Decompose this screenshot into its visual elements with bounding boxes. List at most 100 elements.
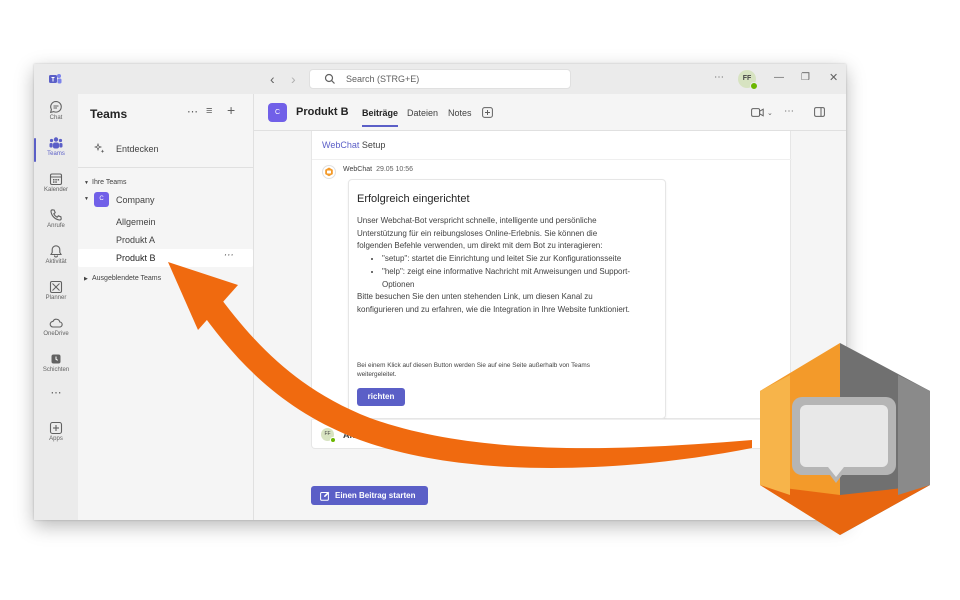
your-teams-header[interactable]: ▼ Ihre Teams <box>84 179 127 186</box>
app-rail: Chat Teams Kalender Anrufe Aktivität Pla… <box>34 94 78 520</box>
webchat-brand-logo <box>760 343 930 535</box>
rail-item-chat[interactable]: Chat <box>34 98 78 132</box>
rail-item-apps[interactable]: Apps <box>34 419 78 453</box>
post-card: WebChat Setup WebChat 29.05 10:56 Erfolgr… <box>311 131 792 419</box>
command-list: "setup": startet die Einrichtung und lei… <box>382 253 632 291</box>
calendar-icon <box>49 173 63 186</box>
post-title: WebChat Setup <box>322 140 385 150</box>
sparkle-icon <box>94 143 105 154</box>
panel-divider <box>78 167 254 168</box>
card-heading: Erfolgreich eingerichtet <box>357 193 470 205</box>
search-placeholder: Search (STRG+E) <box>346 74 420 84</box>
teams-icon <box>49 137 63 149</box>
compose-icon <box>320 491 330 501</box>
post-title-rest: Setup <box>359 140 386 150</box>
phone-icon <box>50 209 62 221</box>
panel-more-icon[interactable]: ⋯ <box>187 105 198 118</box>
title-bar: ‹ › Search (STRG+E) ⋯ FF — ❐ ✕ <box>34 64 846 94</box>
rail-item-activity[interactable]: Aktivität <box>34 242 78 276</box>
rail-label-apps: Apps <box>49 436 63 442</box>
panel-title: Teams <box>90 107 128 121</box>
card-note: Bei einem Klick auf diesen Button werden… <box>357 362 590 378</box>
maximize-icon[interactable]: ❐ <box>801 72 810 83</box>
command-item: "help": zeigt eine informative Nachricht… <box>382 266 632 291</box>
your-teams-label: Ihre Teams <box>92 179 127 186</box>
rail-more-apps-icon[interactable]: ⋯ <box>34 386 78 402</box>
reply-row[interactable]: FF Antworten <box>311 419 791 449</box>
new-post-label: Einen Beitrag starten <box>335 491 416 500</box>
channel-item-produkt-a[interactable]: Produkt A <box>78 231 253 249</box>
channel-label: Produkt B <box>116 253 156 263</box>
hidden-teams-header[interactable]: ▶ Ausgeblendete Teams <box>84 275 161 282</box>
team-name: Company <box>116 195 155 205</box>
post-title-app[interactable]: WebChat <box>322 140 359 150</box>
channel-item-allgemein[interactable]: Allgemein <box>78 213 253 231</box>
side-panel-icon[interactable] <box>814 107 825 117</box>
video-call-icon[interactable] <box>751 108 764 117</box>
discover-label: Entdecken <box>116 144 159 154</box>
new-post-button[interactable]: Einen Beitrag starten <box>311 486 428 505</box>
teams-panel: Teams ⋯ ≡ + Entdecken ▼ Ihre Teams ▼ C Co… <box>78 94 254 520</box>
header-more-icon[interactable]: ⋯ <box>784 106 794 117</box>
add-team-icon[interactable]: + <box>227 102 235 118</box>
channel-title: Produkt B <box>296 106 349 118</box>
rail-label-activity: Aktivität <box>45 259 67 265</box>
message-author: WebChat <box>343 166 373 173</box>
teams-window: ‹ › Search (STRG+E) ⋯ FF — ❐ ✕ Chat Team… <box>34 64 846 520</box>
rail-label-calls: Anrufe <box>47 223 65 229</box>
post-divider <box>312 159 792 160</box>
rail-item-calls[interactable]: Anrufe <box>34 206 78 240</box>
channel-item-produkt-b[interactable]: Produkt B ⋯ <box>78 249 253 267</box>
setup-button[interactable]: richten <box>357 388 405 406</box>
stage: ‹ › Search (STRG+E) ⋯ FF — ❐ ✕ Chat Team… <box>0 0 960 600</box>
channel-avatar: C <box>268 103 287 122</box>
reply-avatar: FF <box>321 428 336 443</box>
teams-logo-icon <box>49 74 62 84</box>
user-initials: FF <box>742 75 752 82</box>
more-options-icon[interactable]: ⋯ <box>714 72 724 83</box>
filter-icon[interactable]: ≡ <box>206 105 212 117</box>
rail-label-chat: Chat <box>49 115 63 121</box>
search-input[interactable]: Search (STRG+E) <box>309 69 571 89</box>
message-meta: WebChat 29.05 10:56 <box>343 166 413 173</box>
tab-notes[interactable]: Notes <box>448 108 472 118</box>
planner-icon <box>49 280 63 294</box>
channel-label: Produkt A <box>116 235 156 245</box>
webchat-bot-icon <box>322 165 336 179</box>
rail-item-planner[interactable]: Planner <box>34 278 78 312</box>
rail-label-teams: Teams <box>47 151 65 157</box>
reply-initials: FF <box>324 431 331 437</box>
rail-label-planner: Planner <box>45 295 67 301</box>
card-intro: Unser Webchat-Bot verspricht schnelle, i… <box>357 216 603 251</box>
rail-item-calendar[interactable]: Kalender <box>34 170 78 204</box>
rail-label-calendar: Kalender <box>43 187 69 193</box>
rail-label-shifts: Schichten <box>42 367 70 373</box>
chat-icon <box>49 100 62 114</box>
rail-item-teams[interactable]: Teams <box>34 134 78 168</box>
adaptive-card: Erfolgreich eingerichtet Unser Webchat-B… <box>348 179 666 419</box>
back-icon[interactable]: ‹ <box>270 71 275 87</box>
chevron-down-icon[interactable]: ⌄ <box>767 109 773 117</box>
tab-dateien[interactable]: Dateien <box>407 108 438 118</box>
rail-label-onedrive: OneDrive <box>43 331 69 337</box>
caret-right-icon: ▶ <box>84 276 88 282</box>
search-icon <box>324 73 335 84</box>
rail-item-shifts[interactable]: Schichten <box>34 350 78 384</box>
presence-badge <box>750 82 758 90</box>
caret-down-icon: ▼ <box>84 196 89 202</box>
card-outro: Bitte besuchen Sie den unten stehenden L… <box>357 292 630 314</box>
forward-icon[interactable]: › <box>291 71 296 87</box>
close-icon[interactable]: ✕ <box>829 71 838 84</box>
add-tab-icon[interactable] <box>482 107 493 118</box>
team-avatar: C <box>94 192 109 207</box>
channel-label: Allgemein <box>116 217 156 227</box>
hidden-teams-label: Ausgeblendete Teams <box>92 275 162 282</box>
minimize-icon[interactable]: — <box>774 72 784 83</box>
tab-beitraege[interactable]: Beiträge <box>362 108 399 127</box>
user-avatar[interactable]: FF <box>738 70 758 90</box>
cloud-icon <box>49 318 63 328</box>
card-body: Unser Webchat-Bot verspricht schnelle, i… <box>357 215 632 317</box>
rail-item-onedrive[interactable]: OneDrive <box>34 314 78 348</box>
message-time: 29.05 10:56 <box>376 166 414 173</box>
channel-more-icon[interactable]: ⋯ <box>223 250 233 261</box>
